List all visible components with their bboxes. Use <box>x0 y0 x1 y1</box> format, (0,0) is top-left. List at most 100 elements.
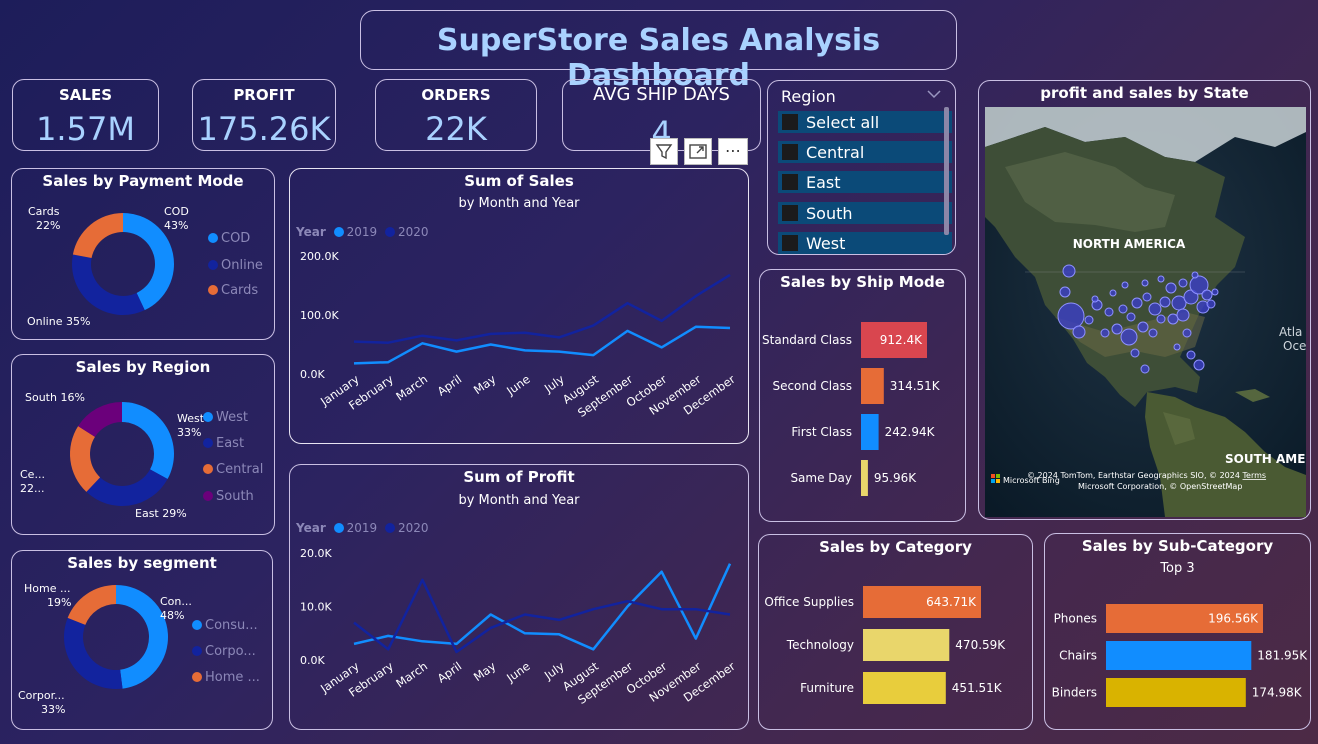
state-bubble[interactable] <box>1118 304 1128 314</box>
state-bubble[interactable] <box>1109 289 1117 297</box>
checkbox[interactable] <box>782 144 798 160</box>
state-bubble[interactable] <box>1148 302 1162 316</box>
state-bubble[interactable] <box>1111 323 1123 335</box>
state-bubble[interactable] <box>1156 314 1166 324</box>
region-legend-central[interactable]: Central <box>203 462 263 477</box>
state-bubble[interactable] <box>1091 295 1099 303</box>
region-option-east[interactable]: East <box>778 171 952 193</box>
region-option-west[interactable]: West <box>778 232 952 254</box>
segment-slice-home-office[interactable] <box>67 585 116 625</box>
chevron-down-icon[interactable] <box>927 89 941 99</box>
bar-chairs[interactable] <box>1106 641 1252 670</box>
region-legend-west[interactable]: West <box>203 410 248 425</box>
region-slice-east[interactable] <box>86 469 168 506</box>
payment-slice-cards[interactable] <box>72 213 123 259</box>
state-bubble[interactable] <box>1062 264 1076 278</box>
state-bubble[interactable] <box>1211 288 1219 296</box>
bar-second-class[interactable] <box>861 368 884 404</box>
state-bubble[interactable] <box>1121 281 1129 289</box>
focus-mode-button[interactable] <box>684 138 712 165</box>
kpi-sales-card[interactable]: SALES 1.57M <box>12 79 159 151</box>
sales-line-chart[interactable]: 0.0K100.0K200.0KJanuaryFebruaryMarch Apri… <box>290 169 750 445</box>
subcategory-card[interactable]: Sales by Sub-Category Top 3 Phones 196.56… <box>1044 533 1311 730</box>
state-bubble[interactable] <box>1176 308 1190 322</box>
kpi-profit-card[interactable]: PROFIT 175.26K <box>192 79 336 151</box>
state-bubble[interactable] <box>1141 279 1149 287</box>
state-bubble[interactable] <box>1057 302 1085 330</box>
state-map[interactable]: NORTH AMERICA SOUTH AMER Atla Oce © 2024… <box>985 107 1306 517</box>
filter-button[interactable] <box>650 138 678 165</box>
state-bubble[interactable] <box>1159 296 1171 308</box>
region-slice-central[interactable] <box>70 426 101 492</box>
slicer-scrollbar[interactable] <box>944 107 949 235</box>
region-donut-card[interactable]: Sales by Region South 16% West 33% Ce... 2… <box>11 354 275 535</box>
ship-mode-card[interactable]: Sales by Ship Mode Standard Class 912.4K S… <box>759 269 966 522</box>
series-line-2019[interactable] <box>353 325 731 365</box>
payment-legend-online[interactable]: Online <box>208 258 263 273</box>
filter-icon <box>655 144 673 160</box>
checkbox[interactable] <box>782 205 798 221</box>
state-bubble[interactable] <box>1084 315 1094 325</box>
series-line-2020[interactable] <box>353 273 731 344</box>
segment-legend-home[interactable]: Home ... <box>192 670 260 685</box>
region-legend-east[interactable]: East <box>203 436 244 451</box>
bar-binders[interactable] <box>1106 678 1246 707</box>
payment-legend-cards[interactable]: Cards <box>208 283 258 298</box>
region-legend-south[interactable]: South <box>203 489 254 504</box>
segment-legend-corporate[interactable]: Corpo... <box>192 644 256 659</box>
state-bubble[interactable] <box>1186 350 1196 360</box>
category-bar-chart[interactable]: Office Supplies 643.71K Technology 470.59K F… <box>759 535 1034 731</box>
category-card[interactable]: Sales by Category Office Supplies 643.71K… <box>758 534 1033 730</box>
state-bubble[interactable] <box>1206 299 1216 309</box>
state-bubble[interactable] <box>1148 328 1158 338</box>
state-bubble[interactable] <box>1072 325 1086 339</box>
checkbox[interactable] <box>782 235 798 251</box>
state-bubble[interactable] <box>1193 359 1205 371</box>
state-bubble[interactable] <box>1126 312 1136 322</box>
payment-slice-online[interactable] <box>72 254 145 315</box>
checkbox[interactable] <box>782 114 798 130</box>
payment-legend-cod[interactable]: COD <box>208 231 250 246</box>
bar-technology[interactable] <box>863 629 950 661</box>
subcategory-bar-chart[interactable]: Phones 196.56K Chairs 181.95K Binders 174.98K <box>1045 534 1312 731</box>
state-bubble[interactable] <box>1140 364 1150 374</box>
state-bubble[interactable] <box>1130 348 1140 358</box>
state-bubble[interactable] <box>1120 328 1138 346</box>
bar-furniture[interactable] <box>863 672 946 704</box>
sum-of-sales-card[interactable]: Sum of Sales by Month and Year Year 2019… <box>289 168 749 444</box>
profit-line-chart[interactable]: 0.0K10.0K20.0KJanuaryFebruaryMarch April M… <box>290 465 750 731</box>
ship-mode-bar-chart[interactable]: Standard Class 912.4K Second Class 314.51K F… <box>760 270 967 523</box>
kpi-orders-card[interactable]: ORDERS 22K <box>375 79 537 151</box>
state-bubble[interactable] <box>1182 328 1192 338</box>
region-option-central[interactable]: Central <box>778 141 952 163</box>
segment-slice-corporate[interactable] <box>63 617 123 689</box>
state-bubble[interactable] <box>1157 275 1165 283</box>
region-option-select-all[interactable]: Select all <box>778 111 952 133</box>
region-slicer-card[interactable]: Region Select all Central East South Wes… <box>767 80 956 255</box>
payment-mode-card[interactable]: Sales by Payment Mode Cards 22% COD 43% On… <box>11 168 275 340</box>
segment-card[interactable]: Sales by segment Home ... 19% Con... 48% C… <box>11 550 273 730</box>
state-bubble[interactable] <box>1142 292 1152 302</box>
region-slice-west[interactable] <box>122 402 174 480</box>
state-bubble[interactable] <box>1165 282 1177 294</box>
sum-of-profit-card[interactable]: Sum of Profit by Month and Year Year 201… <box>289 464 749 730</box>
bar-category-label: Furniture <box>800 681 854 695</box>
state-bubble[interactable] <box>1178 278 1188 288</box>
checkbox[interactable] <box>782 174 798 190</box>
bar-same-day[interactable] <box>861 460 868 496</box>
state-bubble[interactable] <box>1173 343 1181 351</box>
segment-legend-consumer[interactable]: Consu... <box>192 618 258 633</box>
state-bubble[interactable] <box>1059 286 1071 298</box>
state-bubble[interactable] <box>1137 321 1149 333</box>
series-line-2020[interactable] <box>353 578 731 654</box>
state-bubble[interactable] <box>1201 289 1213 301</box>
bar-first-class[interactable] <box>861 414 879 450</box>
more-options-button[interactable]: ⋯ <box>718 138 748 165</box>
state-bubble[interactable] <box>1131 297 1143 309</box>
state-bubble[interactable] <box>1191 271 1199 279</box>
state-bubble[interactable] <box>1104 307 1114 317</box>
state-bubble[interactable] <box>1100 328 1110 338</box>
state-map-card[interactable]: profit and sales by State NORTH AMERICA … <box>978 80 1311 520</box>
region-option-south[interactable]: South <box>778 202 952 224</box>
state-bubble[interactable] <box>1167 313 1179 325</box>
